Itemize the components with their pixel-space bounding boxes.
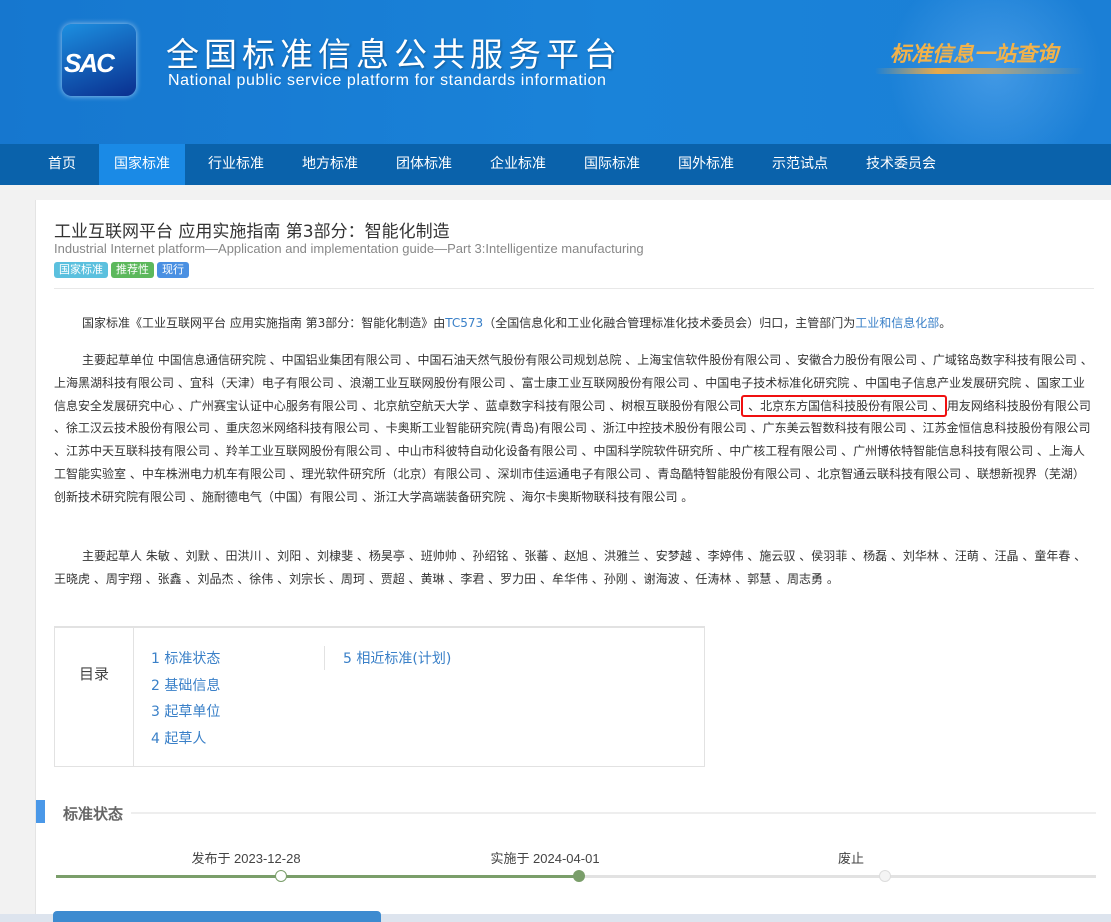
drafters-paragraph: 主要起草人 朱敏 、刘默 、田洪川 、刘阳 、刘棣斐 、杨昊亭 、班帅帅 、孙绍… [54,545,1096,591]
standard-title: 工业互联网平台 应用实施指南 第3部分：智能化制造 [54,222,450,242]
nav-international-standards[interactable]: 国际标准 [569,144,655,185]
section-marker [36,800,45,823]
timeline-label-implemented: 实施于 2024-04-01 [490,851,600,866]
timeline-progress [56,875,579,878]
bottom-tab[interactable] [53,911,381,922]
status-section-title: 标准状态 [63,805,124,823]
site-header: SAC 全国标准信息公共服务平台 National public service… [0,0,1111,144]
nav-industry-standards[interactable]: 行业标准 [193,144,279,185]
timeline-dot-published [275,870,287,882]
table-of-contents: 目录 1 标准状态 2 基础信息 3 起草单位 4 起草人 5 相近标准(计划) [54,626,705,767]
intro-text: 。 [939,316,952,330]
nav-enterprise-standards[interactable]: 企业标准 [475,144,561,185]
badge-current: 现行 [157,262,189,278]
nav-home[interactable]: 首页 [33,144,91,185]
toc-item-related[interactable]: 5 相近标准(计划) [343,646,451,673]
intro-text: （全国信息化和工业化融合管理标准化技术委员会）归口，主管部门为 [483,316,856,330]
toc-item-drafters[interactable]: 4 起草人 [151,726,220,753]
tc-link[interactable]: TC573 [445,316,483,330]
nav-national-standards[interactable]: 国家标准 [99,144,185,185]
drafters-label: 主要起草人 [82,549,143,563]
toc-label: 目录 [55,628,134,767]
site-title: 全国标准信息公共服务平台 [166,35,622,74]
toc-column: 5 相近标准(计划) [343,646,451,673]
dept-link[interactable]: 工业和信息化部 [855,316,939,330]
intro-paragraph: 国家标准《工业互联网平台 应用实施指南 第3部分：智能化制造》由TC573（全国… [54,312,1096,335]
units-label: 主要起草单位 [82,353,155,367]
badge-national: 国家标准 [54,262,108,278]
nav-pilots[interactable]: 示范试点 [757,144,843,185]
drafters-list: 朱敏 、刘默 、田洪川 、刘阳 、刘棣斐 、杨昊亭 、班帅帅 、孙绍铭 、张蕃 … [54,549,1087,586]
slogan: 标准信息一站查询 [890,41,1058,66]
standard-detail-card: 工业互联网平台 应用实施指南 第3部分：智能化制造 Industrial Int… [35,200,1111,922]
highlighted-unit: 、北京东方国信科技股份有限公司 、 [741,394,947,417]
timeline-dot-abolished [879,870,891,882]
badge-recommended: 推荐性 [111,262,154,278]
toc-item-drafting-units[interactable]: 3 起草单位 [151,699,220,726]
timeline-label-abolished: 废止 [837,851,865,866]
main-nav: 首页 国家标准 行业标准 地方标准 团体标准 企业标准 国际标准 国外标准 示范… [0,144,1111,185]
toc-item-status[interactable]: 1 标准状态 [151,646,220,673]
toc-item-basic-info[interactable]: 2 基础信息 [151,673,220,700]
intro-text: 国家标准《工业互联网平台 应用实施指南 第3部分：智能化制造》由 [82,316,446,330]
logo-text: SAC [64,48,115,78]
nav-foreign-standards[interactable]: 国外标准 [663,144,749,185]
section-divider [131,812,1096,814]
toc-column: 1 标准状态 2 基础信息 3 起草单位 4 起草人 [151,646,220,752]
drafting-units-paragraph: 主要起草单位 中国信息通信研究院 、中国铝业集团有限公司 、中国石油天然气股份有… [54,349,1096,509]
nav-tech-committees[interactable]: 技术委员会 [851,144,951,185]
toc-divider [324,646,325,670]
slogan-underline [875,68,1085,74]
timeline-label-published: 发布于 2023-12-28 [191,851,301,866]
nav-group-standards[interactable]: 团体标准 [381,144,467,185]
sac-logo[interactable]: SAC [62,24,136,96]
timeline-track [579,875,1096,878]
standard-title-en: Industrial Internet platform—Application… [54,241,644,256]
site-subtitle: National public service platform for sta… [168,72,607,89]
divider [54,288,1094,289]
badges: 国家标准 推荐性 现行 [54,262,189,278]
nav-local-standards[interactable]: 地方标准 [287,144,373,185]
timeline-dot-implemented [573,870,585,882]
